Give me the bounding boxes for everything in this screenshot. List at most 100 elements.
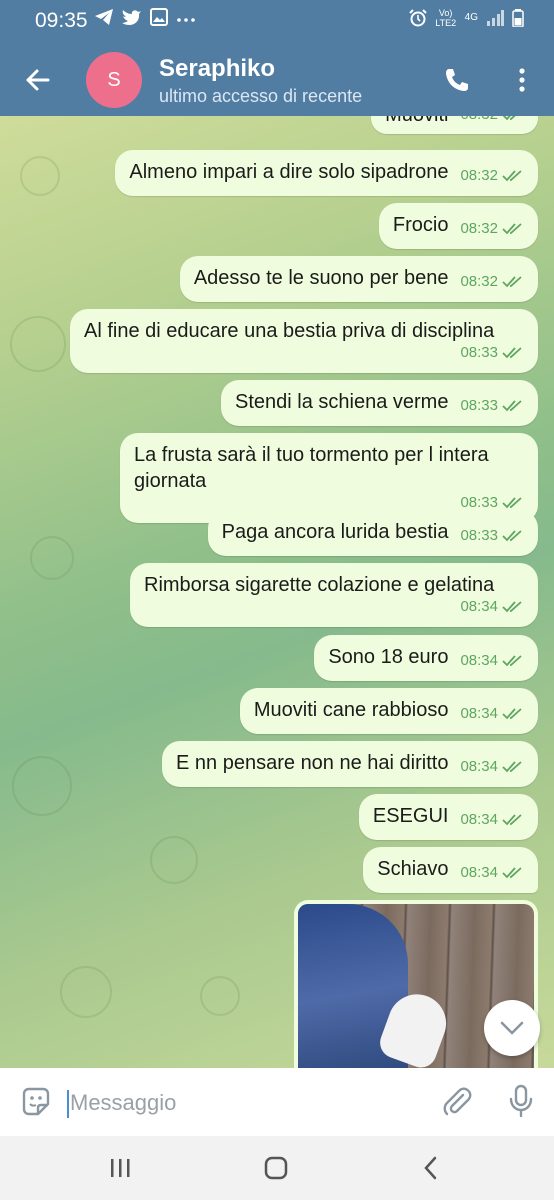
double-check-icon: [502, 814, 522, 826]
signal-icon: [486, 10, 504, 26]
double-check-icon: [502, 601, 522, 613]
text-cursor: [67, 1090, 69, 1118]
double-check-icon: [502, 223, 522, 235]
message-bubble[interactable]: Muoviti cane rabbioso 08:34: [239, 688, 538, 734]
message-meta: 08:33: [460, 344, 524, 362]
back-arrow-icon[interactable]: [20, 62, 56, 98]
more-notifications-icon: [176, 8, 196, 26]
chat-header: S Seraphiko ultimo accesso di recente: [0, 44, 554, 116]
wallpaper-doodle: [150, 836, 198, 884]
double-check-icon: [502, 400, 522, 412]
message-text: Paga ancora lurida bestia: [221, 521, 449, 543]
message-meta: 08:32: [460, 116, 524, 124]
message-time: 08:34: [460, 705, 498, 722]
phone-icon[interactable]: [443, 66, 471, 94]
message-text: Muoviti cane rabbioso: [253, 699, 449, 721]
double-check-icon: [502, 761, 522, 773]
wallpaper-doodle: [60, 966, 112, 1018]
message-meta: 08:34: [460, 598, 524, 616]
message-time: 08:34: [460, 811, 498, 828]
message-time: 08:34: [460, 864, 498, 881]
message-bubble[interactable]: Sono 18 euro 08:34: [314, 635, 538, 681]
message-text: La frusta sarà il tuo tormento per l int…: [134, 444, 489, 492]
message-bubble[interactable]: Stendi la schiena verme 08:33: [221, 380, 538, 426]
double-check-icon: [502, 116, 516, 121]
message-text: Almeno impari a dire solo sipadrone: [129, 161, 449, 183]
chat-area[interactable]: Muoviti 08:32 Almeno impari a dire solo …: [0, 116, 554, 1068]
sticker-icon[interactable]: [20, 1086, 52, 1118]
double-check-icon: [502, 655, 522, 667]
recents-icon[interactable]: [106, 1154, 136, 1182]
wallpaper-doodle: [200, 976, 240, 1016]
twitter-icon: [122, 8, 142, 26]
double-check-icon: [502, 530, 522, 542]
message-time: 08:32: [460, 220, 498, 237]
message-text: Muoviti: [385, 116, 448, 126]
message-text: Adesso te le suono per bene: [193, 267, 449, 289]
double-check-icon: [502, 708, 522, 720]
message-bubble[interactable]: Almeno impari a dire solo sipadrone 08:3…: [115, 150, 538, 196]
message-bubble[interactable]: Frocio 08:32: [378, 203, 538, 249]
wallpaper-doodle: [30, 536, 74, 580]
double-check-icon: [502, 497, 522, 509]
status-left-icons: [94, 8, 196, 26]
wallpaper-doodle: [10, 316, 66, 372]
scroll-down-button[interactable]: [484, 1000, 540, 1056]
message-time: 08:34: [460, 652, 498, 669]
contact-status: ultimo accesso di recente: [159, 86, 363, 106]
status-right-icons: Vo) LTE2 4G: [408, 8, 524, 28]
double-check-icon: [502, 347, 522, 359]
system-nav-bar: [0, 1136, 554, 1200]
message-meta: 08:32: [460, 220, 524, 238]
message-bubble[interactable]: Adesso te le suono per bene 08:32: [179, 256, 538, 302]
message-text: E nn pensare non ne hai diritto: [176, 752, 449, 774]
attach-icon[interactable]: [441, 1086, 473, 1118]
telegram-icon: [94, 8, 114, 26]
message-composer: [0, 1068, 554, 1136]
chevron-down-icon: [500, 1021, 524, 1035]
message-bubble[interactable]: E nn pensare non ne hai diritto 08:34: [162, 741, 538, 787]
message-text: Stendi la schiena verme: [235, 391, 449, 413]
message-meta: 08:32: [460, 273, 524, 291]
message-bubble[interactable]: Rimborsa sigarette colazione e gelatina …: [130, 563, 538, 627]
message-bubble[interactable]: ESEGUI 08:34: [358, 794, 538, 840]
alarm-icon: [408, 9, 427, 27]
double-check-icon: [502, 867, 522, 879]
message-bubble[interactable]: Schiavo 08:34: [363, 847, 538, 893]
message-meta: 08:33: [460, 527, 524, 545]
message-text: Sono 18 euro: [328, 646, 449, 668]
message-meta: 08:33: [460, 397, 524, 415]
status-bar: 09:35 Vo) LTE2 4G: [0, 0, 554, 44]
message-bubble[interactable]: Muoviti 08:32: [371, 116, 538, 134]
message-text: Schiavo: [377, 858, 449, 880]
microphone-icon[interactable]: [507, 1084, 535, 1118]
volte-icon: Vo) LTE2: [435, 8, 457, 28]
status-time: 09:35: [35, 9, 88, 32]
message-time: 08:32: [460, 273, 498, 290]
message-meta: 08:34: [460, 758, 524, 776]
contact-name[interactable]: Seraphiko: [159, 55, 275, 83]
avatar[interactable]: S: [86, 52, 142, 108]
home-icon[interactable]: [262, 1154, 292, 1182]
message-meta: 08:34: [460, 652, 524, 670]
double-check-icon: [502, 276, 522, 288]
back-nav-icon[interactable]: [418, 1154, 448, 1182]
message-bubble[interactable]: Paga ancora lurida bestia 08:33: [207, 510, 538, 556]
message-time: 08:32: [460, 116, 498, 124]
message-time: 08:32: [460, 167, 498, 184]
wallpaper-doodle: [12, 756, 72, 816]
message-text: Rimborsa sigarette colazione e gelatina: [144, 574, 495, 596]
double-check-icon: [502, 170, 522, 182]
message-meta: 08:34: [460, 811, 524, 829]
message-bubble[interactable]: Al fine di educare una bestia priva di d…: [70, 309, 538, 373]
gallery-icon: [150, 8, 168, 26]
message-time: 08:34: [460, 758, 498, 775]
message-meta: 08:34: [460, 864, 524, 882]
message-text: Frocio: [392, 214, 449, 236]
battery-icon: [512, 9, 524, 27]
message-input[interactable]: [70, 1086, 410, 1120]
network-4g-icon: 4G: [464, 12, 478, 23]
message-time: 08:34: [460, 598, 498, 615]
wallpaper-doodle: [20, 156, 60, 196]
more-vertical-icon[interactable]: [510, 66, 534, 94]
